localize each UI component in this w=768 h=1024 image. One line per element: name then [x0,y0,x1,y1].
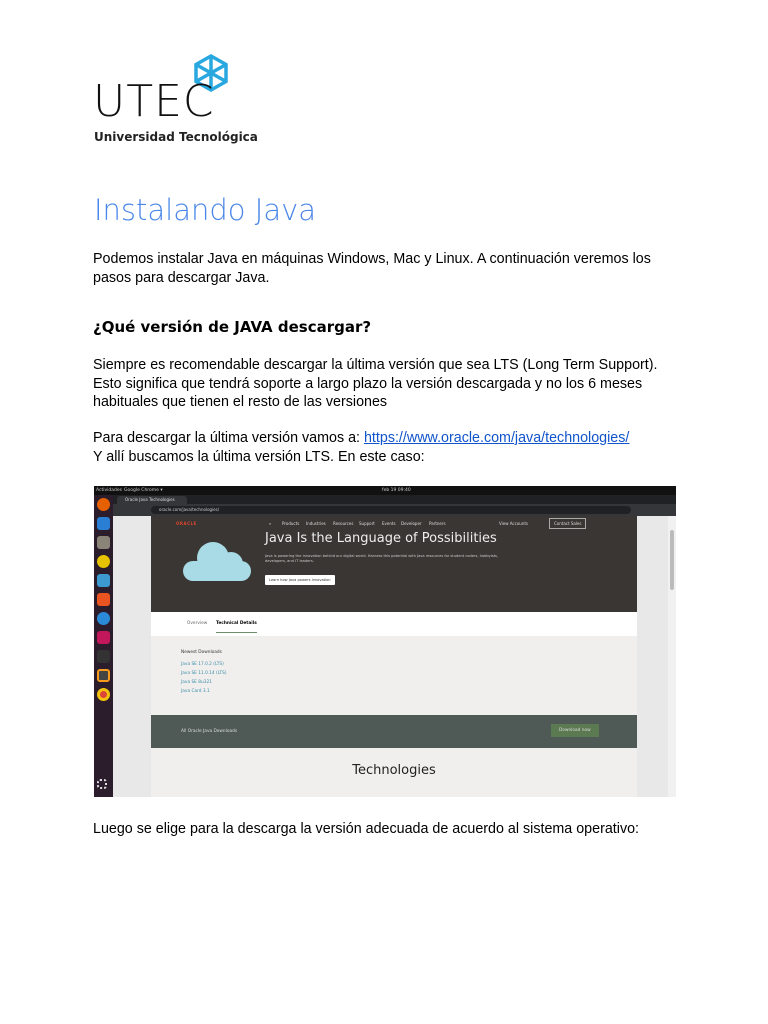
lts-paragraph: Siempre es recomendable descargar la últ… [93,357,658,410]
download-suffix: Y allí buscamos la última versión LTS. E… [93,448,425,465]
tab-technical-details[interactable]: Technical Details [216,621,257,633]
clock: feb 19 09:40 [382,488,411,493]
nav-developer[interactable]: Developer [401,521,422,526]
files-icon [97,536,110,549]
address-bar[interactable]: oracle.com/java/technologies/ [113,504,676,516]
search-icon[interactable]: ⌕ [269,521,271,526]
oracle-hero: ORACLE ⌕ Products Industries Resources S… [151,516,637,612]
download-link[interactable]: Java SE 11.0.14 (LTS) [181,671,227,676]
utec-logo-subtitle: Universidad Tecnológica [94,130,258,144]
embedded-screenshot: Actividades Google Chrome ▾ feb 19 09:40… [94,486,676,797]
view-accounts-button[interactable]: View Accounts [499,521,528,526]
intro-paragraph: Podemos instalar Java en máquinas Window… [93,251,651,286]
firefox-icon [97,498,110,511]
help-icon [97,612,110,625]
thunderbird-icon [97,517,110,530]
section-heading: ¿Qué versión de JAVA descargar? [93,318,372,336]
scrollbar[interactable] [668,516,676,797]
terminal-icon [97,650,110,663]
nav-events[interactable]: Events [382,521,396,526]
download-paragraph: Para descargar la última versión vamos a… [93,429,663,466]
dock [94,495,113,797]
download-link[interactable]: Java SE 17.0.2 (LTS) [181,662,227,667]
download-now-button[interactable]: Download now [551,724,599,737]
url-field[interactable]: oracle.com/java/technologies/ [151,506,631,514]
rhythmbox-icon [97,555,110,568]
tab-overview[interactable]: Overview [187,621,207,626]
nav-support[interactable]: Support [359,521,375,526]
utec-logo-wordmark: UTEC [93,76,215,127]
intellij-icon [97,631,110,644]
hero-title: Java Is the Language of Possibilities [265,531,497,546]
software-icon [97,593,110,606]
learn-more-button[interactable]: Learn how Java powers innovation [265,575,335,585]
all-downloads-label: All Oracle Java Downloads [181,729,238,734]
newest-downloads-heading: Newest Downloads [181,650,222,655]
nav-products[interactable]: Products [282,521,299,526]
content-tabs: Overview Technical Details [151,612,637,636]
nav-partners[interactable]: Partners [429,521,446,526]
nav-industries[interactable]: Industries [306,521,326,526]
hero-text: Java is powering the innovation behind o… [265,554,499,563]
nav-resources[interactable]: Resources [333,521,353,526]
oracle-link[interactable]: https://www.oracle.com/java/technologies… [364,430,629,446]
browser-tabbar: Oracle Java Technologies [113,495,676,504]
app-grid-icon[interactable] [97,779,107,789]
writer-icon [97,574,110,587]
contact-sales-button[interactable]: Contact Sales [549,518,587,529]
os-topbar: Actividades Google Chrome ▾ feb 19 09:40 [94,486,676,495]
download-prefix: Para descargar la última versión vamos a… [93,430,364,446]
technologies-heading: Technologies [151,748,637,797]
sublime-icon [97,669,110,682]
closing-paragraph: Luego se elige para la descarga la versi… [93,821,640,837]
app-menu: Google Chrome ▾ [124,488,163,493]
chrome-icon[interactable] [97,688,110,701]
all-downloads-band: All Oracle Java Downloads Download now [151,715,637,748]
oracle-logo[interactable]: ORACLE [176,521,197,526]
browser-tab[interactable]: Oracle Java Technologies [117,496,187,504]
activities: Actividades [96,488,122,493]
download-link[interactable]: Java Card 3.1 [181,689,227,694]
newest-downloads: Newest Downloads Java SE 17.0.2 (LTS) Ja… [151,636,637,715]
page-title: Instalando Java [94,193,317,227]
download-link[interactable]: Java SE 8u321 [181,680,227,685]
